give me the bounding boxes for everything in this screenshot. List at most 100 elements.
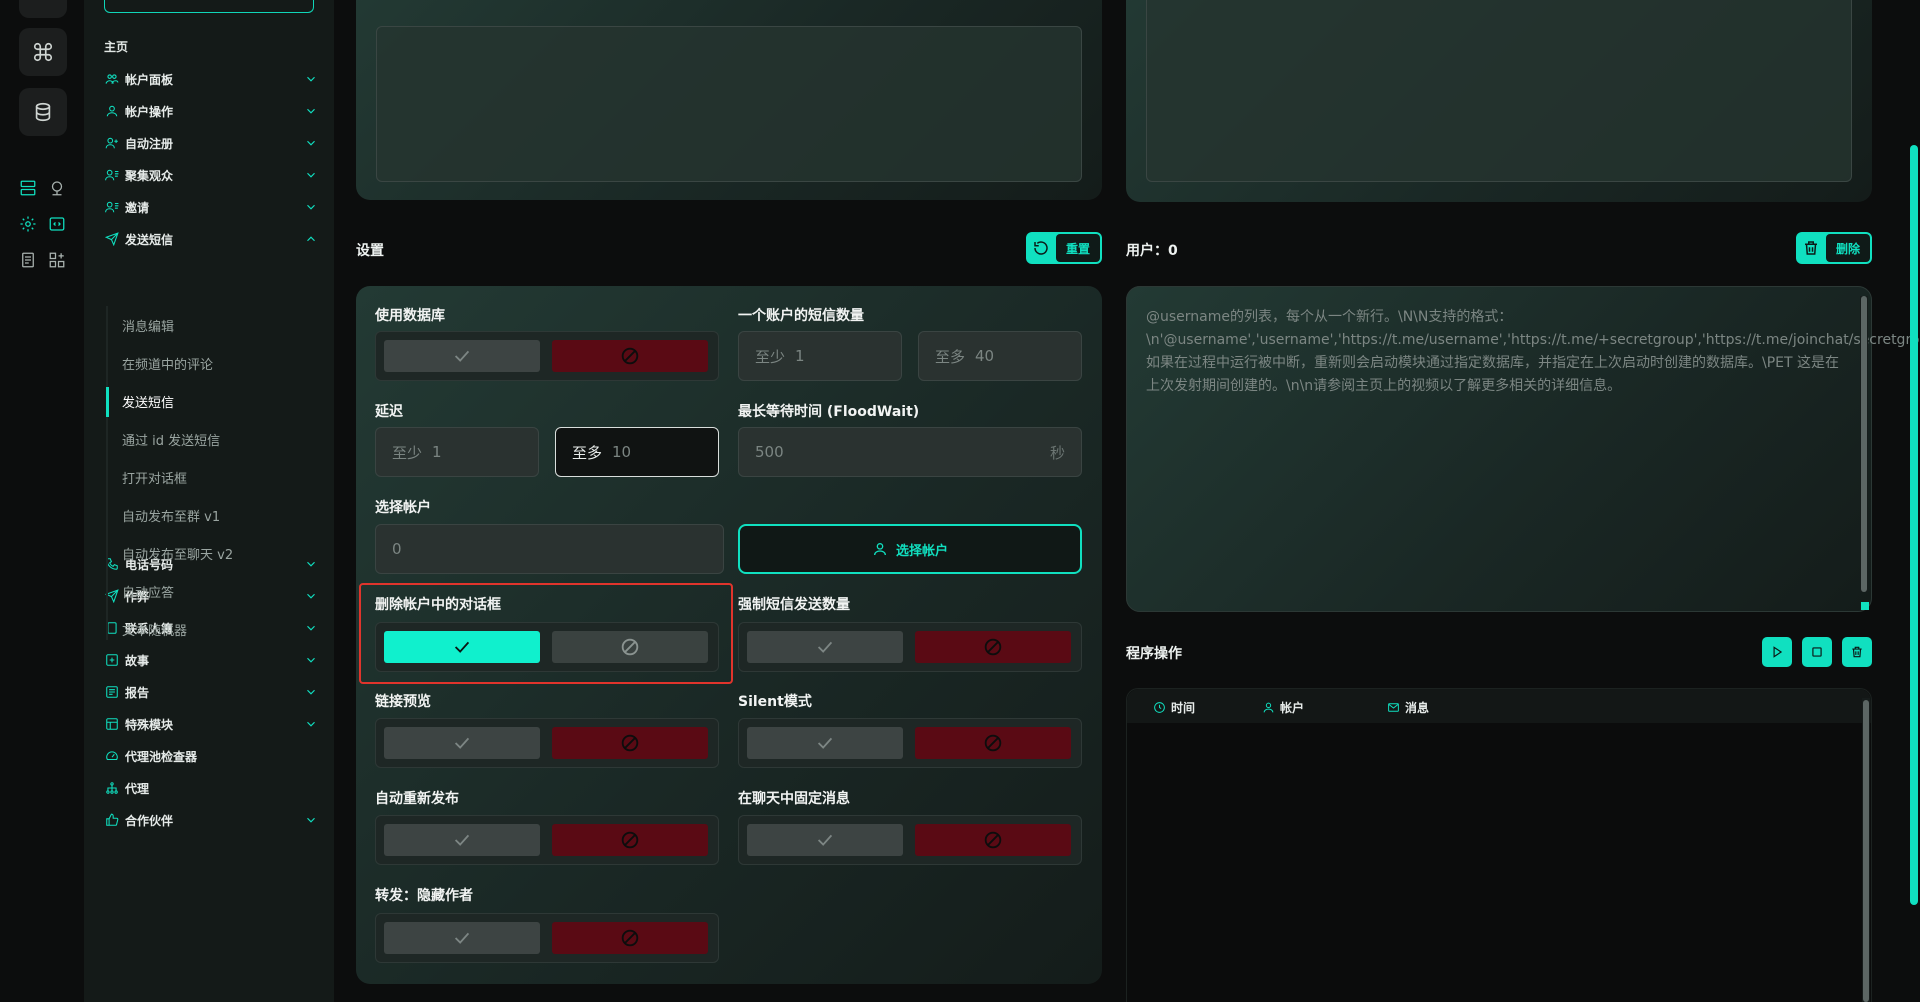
link-preview-no[interactable] [552, 727, 708, 759]
ban-icon [621, 347, 639, 365]
server-icon[interactable] [18, 178, 38, 198]
chevron-down-icon[interactable] [304, 103, 320, 119]
chevron-down-icon[interactable] [304, 812, 320, 828]
ban-icon [984, 734, 1002, 752]
check-icon [454, 737, 470, 749]
auto-repost-yes[interactable] [384, 824, 540, 856]
sms-max-input[interactable]: 至多 40 [918, 331, 1082, 381]
database-icon[interactable] [19, 88, 67, 136]
chevron-down-icon[interactable] [304, 620, 320, 636]
delay-min-input[interactable]: 至少 1 [375, 427, 539, 477]
user-plus-icon [104, 135, 120, 151]
sidebar-item-0[interactable]: 帐户面板 [104, 67, 320, 91]
use-database-toggle [375, 331, 719, 381]
reset-button[interactable]: 重置 [1026, 232, 1102, 264]
submenu-item-5[interactable]: 自动发布至群 v1 [122, 506, 220, 525]
resize-handle[interactable] [1861, 602, 1869, 610]
submenu-item-0[interactable]: 消息编辑 [122, 316, 174, 335]
pin-message-no[interactable] [915, 824, 1071, 856]
sidebar-item-2[interactable]: 自动注册 [104, 131, 320, 155]
users-icon [104, 71, 120, 87]
chevron-down-icon[interactable] [304, 556, 320, 572]
silent-mode-no[interactable] [915, 727, 1071, 759]
sidebar-item-label: 发送短信 [125, 232, 174, 247]
submenu-item-8[interactable]: 文本随机器 [122, 620, 187, 639]
chevron-down-icon[interactable] [304, 652, 320, 668]
command-icon[interactable] [19, 28, 67, 76]
code-window-icon[interactable] [47, 214, 67, 234]
sidebar-item-label: 邀请 [125, 200, 150, 215]
link-preview-yes[interactable] [384, 727, 540, 759]
delay-max-input[interactable]: 至多 10 [555, 427, 719, 477]
flood-wait-input[interactable]: 500 秒 [738, 427, 1082, 477]
chevron-down-icon[interactable] [304, 135, 320, 151]
delete-users-button[interactable]: 删除 [1796, 232, 1872, 264]
forward-hide-no[interactable] [552, 922, 708, 954]
submenu-item-1[interactable]: 在频道中的评论 [122, 354, 213, 373]
sidebar-item-label: 报告 [125, 685, 150, 700]
sidebar-item-4[interactable]: 邀请 [104, 195, 320, 219]
silent-mode-yes[interactable] [747, 727, 903, 759]
sidebar-item-11[interactable]: 特殊模块 [104, 712, 320, 736]
flood-wait-label: 最长等待时间 (FloodWait) [738, 404, 920, 420]
sms-min-input[interactable]: 至少 1 [738, 331, 902, 381]
top-right-panel [1126, 0, 1872, 202]
auto-repost-no[interactable] [552, 824, 708, 856]
sidebar-item-1[interactable]: 帐户操作 [104, 99, 320, 123]
chevron-down-icon[interactable] [304, 684, 320, 700]
use-database-yes[interactable] [384, 340, 540, 372]
sidebar-item-13[interactable]: 代理 [104, 776, 320, 800]
stop-button[interactable] [1802, 637, 1832, 667]
force-sms-count-no[interactable] [915, 631, 1071, 663]
sidebar-item-5[interactable]: 发送短信 [104, 227, 320, 251]
user-list-icon [104, 167, 120, 183]
check-icon [817, 834, 833, 846]
log-scroll-thumb[interactable] [1863, 700, 1869, 1002]
top-right-textarea[interactable] [1146, 0, 1852, 182]
sidebar-item-10[interactable]: 报告 [104, 680, 320, 704]
log-col-message: 消息 [1387, 699, 1429, 716]
submenu-item-4[interactable]: 打开对话框 [122, 468, 187, 487]
chevron-up-icon[interactable] [304, 231, 320, 247]
play-button[interactable] [1762, 637, 1792, 667]
submenu-item-2[interactable]: 发送短信 [122, 392, 174, 411]
document-icon[interactable] [18, 250, 38, 270]
clear-log-button[interactable] [1842, 637, 1872, 667]
settings-icon[interactable] [18, 214, 38, 234]
rail-button-top[interactable] [19, 0, 67, 18]
forward-hide-yes[interactable] [384, 922, 540, 954]
chevron-down-icon[interactable] [304, 71, 320, 87]
sidebar-search-box[interactable] [104, 0, 314, 13]
chevron-down-icon[interactable] [304, 167, 320, 183]
users-placeholder: @username的列表，每个从一个新行。\N\N支持的格式：\n'@usern… [1146, 309, 1920, 394]
sidebar-section-label: 主页 [104, 40, 129, 54]
sidebar-item-label: 帐户面板 [125, 72, 174, 87]
chevron-down-icon[interactable] [304, 588, 320, 604]
sidebar-item-9[interactable]: 故事 [104, 648, 320, 672]
submenu-item-6[interactable]: 自动发布至聊天 v2 [122, 544, 233, 563]
pin-message-yes[interactable] [747, 824, 903, 856]
select-accounts-button[interactable]: 选择帐户 [738, 524, 1082, 574]
use-database-no[interactable] [552, 340, 708, 372]
sidebar-item-3[interactable]: 聚集观众 [104, 163, 320, 187]
play-icon [1773, 646, 1783, 658]
auto-repost-toggle [375, 815, 719, 865]
message-textarea[interactable] [376, 26, 1082, 182]
widgets-icon[interactable] [47, 250, 67, 270]
page-scroll-thumb[interactable] [1910, 145, 1918, 905]
sidebar-item-label: 代理 [125, 781, 150, 796]
chevron-down-icon[interactable] [304, 199, 320, 215]
user-list-icon [104, 199, 120, 215]
force-sms-count-yes[interactable] [747, 631, 903, 663]
silent-mode-toggle [738, 718, 1082, 768]
module-icon [104, 716, 120, 732]
webcam-icon[interactable] [47, 178, 67, 198]
user-icon [873, 543, 886, 556]
sidebar-item-12[interactable]: 代理池检查器 [104, 744, 320, 768]
users-scroll-thumb[interactable] [1861, 296, 1867, 592]
chevron-down-icon[interactable] [304, 716, 320, 732]
submenu-item-3[interactable]: 通过 id 发送短信 [122, 430, 220, 449]
accounts-count-input[interactable]: 0 [375, 524, 724, 574]
submenu-item-7[interactable]: 自动应答 [122, 582, 174, 601]
sidebar-item-14[interactable]: 合作伙伴 [104, 808, 320, 832]
